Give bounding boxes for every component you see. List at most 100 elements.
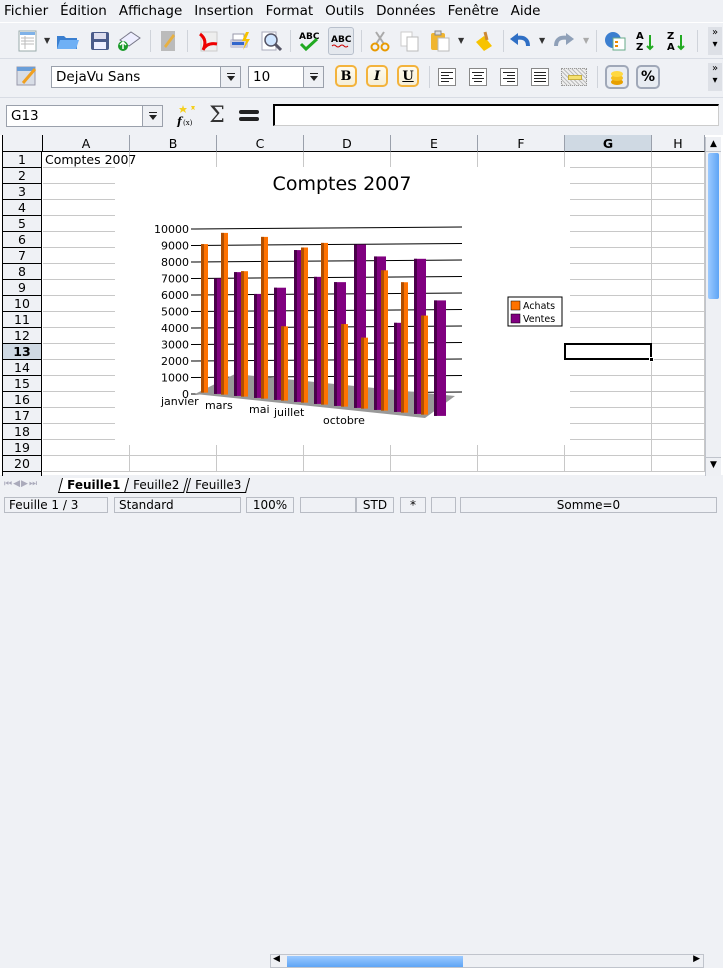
function-wizard-icon[interactable]: f (x) (175, 103, 199, 127)
select-all-corner[interactable] (2, 135, 43, 152)
font-size-dropdown-button[interactable] (303, 67, 323, 87)
column-header-a[interactable]: A (43, 135, 130, 152)
menu-insertion[interactable]: Insertion (188, 0, 259, 22)
percent-format-button[interactable]: % (636, 65, 660, 89)
vertical-scrollbar[interactable]: ▲ ▼ (705, 137, 721, 482)
status-page-style[interactable]: Standard (114, 497, 241, 513)
save-icon[interactable] (88, 29, 112, 53)
row-header-13[interactable]: 13 (2, 344, 42, 360)
row-header-1[interactable]: 1 (2, 152, 42, 168)
row-header-18[interactable]: 18 (2, 424, 42, 440)
row-header-20[interactable]: 20 (2, 456, 42, 472)
merge-cells-button[interactable] (561, 68, 587, 86)
styles-icon[interactable] (15, 64, 39, 88)
prev-sheet-button[interactable]: ◀ (13, 479, 21, 489)
font-name-select[interactable]: DejaVu Sans (51, 66, 241, 88)
menu-fenetre[interactable]: Fenêtre (442, 0, 505, 22)
scroll-right-button[interactable]: ▶ (693, 954, 700, 964)
paste-dropdown-arrow[interactable]: ▼ (458, 36, 464, 45)
new-dropdown-arrow[interactable]: ▼ (44, 36, 50, 45)
font-size-select[interactable]: 10 (248, 66, 324, 88)
selected-cell-g13[interactable] (564, 343, 654, 362)
align-justify-button[interactable] (531, 68, 549, 86)
italic-button[interactable]: I (366, 65, 388, 87)
format-paintbrush-icon[interactable] (472, 29, 496, 53)
edit-file-icon[interactable] (157, 29, 181, 53)
new-document-icon[interactable] (16, 29, 40, 53)
underline-button[interactable]: U (397, 65, 419, 87)
row-header-5[interactable]: 5 (2, 216, 42, 232)
sheet-tab-feuille2[interactable]: Feuille2 (123, 478, 189, 493)
column-header-c[interactable]: C (217, 135, 304, 152)
row-header-9[interactable]: 9 (2, 280, 42, 296)
column-header-b[interactable]: B (130, 135, 217, 152)
row-header-6[interactable]: 6 (2, 232, 42, 248)
open-folder-icon[interactable] (56, 29, 80, 53)
row-header-16[interactable]: 16 (2, 392, 42, 408)
column-header-g[interactable]: G (565, 135, 652, 152)
name-box-dropdown-button[interactable] (142, 106, 162, 126)
last-sheet-button[interactable]: ⏭ (29, 479, 38, 489)
menu-donnees[interactable]: Données (370, 0, 441, 22)
undo-dropdown-arrow[interactable]: ▼ (539, 36, 545, 45)
email-icon[interactable] (117, 29, 141, 53)
sum-icon[interactable]: Σ (205, 103, 229, 128)
menu-fichier[interactable]: Fichier (0, 0, 54, 22)
align-right-button[interactable] (500, 68, 518, 86)
status-digital-signature[interactable] (431, 497, 456, 513)
row-header-10[interactable]: 10 (2, 296, 42, 312)
toolbar-overflow-button[interactable]: » ▾ (708, 27, 722, 55)
sheet-tab-feuille3[interactable]: Feuille3 (185, 478, 251, 493)
status-zoom[interactable]: 100% (246, 497, 294, 513)
menu-edition[interactable]: Édition (54, 0, 113, 22)
menu-affichage[interactable]: Affichage (113, 0, 188, 22)
formula-input[interactable] (273, 104, 719, 126)
scroll-up-button[interactable]: ▲ (706, 137, 721, 152)
align-center-button[interactable] (469, 68, 487, 86)
undo-icon[interactable] (508, 29, 532, 53)
sheet-tab-feuille1[interactable]: Feuille1 (57, 478, 130, 493)
column-header-e[interactable]: E (391, 135, 478, 152)
fill-handle[interactable] (649, 357, 654, 362)
horizontal-scrollbar[interactable]: ◀ ▶ (270, 954, 704, 968)
vertical-scroll-thumb[interactable] (708, 153, 719, 299)
row-header-19[interactable]: 19 (2, 440, 42, 456)
column-header-h[interactable]: H (652, 135, 705, 152)
redo-dropdown-arrow[interactable]: ▼ (583, 36, 589, 45)
currency-format-button[interactable] (605, 65, 629, 89)
row-header-7[interactable]: 7 (2, 248, 42, 264)
column-header-f[interactable]: F (478, 135, 565, 152)
font-name-dropdown-button[interactable] (220, 67, 240, 87)
cut-icon[interactable] (368, 29, 392, 53)
chart-object[interactable]: Comptes 2007 0 1000 2000 3000 4000 5000 6000 700… (115, 167, 570, 445)
export-pdf-icon[interactable] (196, 29, 220, 53)
scroll-left-button[interactable]: ◀ (273, 954, 280, 964)
row-header-12[interactable]: 12 (2, 328, 42, 344)
sort-ascending-icon[interactable]: AZ (633, 29, 657, 53)
row-header-17[interactable]: 17 (2, 408, 42, 424)
autospellcheck-icon[interactable]: ABC (328, 27, 354, 55)
spellcheck-icon[interactable]: ABC (297, 29, 321, 53)
function-equals-icon[interactable] (237, 103, 261, 127)
column-header-d[interactable]: D (304, 135, 391, 152)
tab-navigation-buttons[interactable]: ⏮◀▶⏭ (4, 479, 38, 489)
first-sheet-button[interactable]: ⏮ (4, 479, 13, 489)
page-preview-icon[interactable] (259, 29, 283, 53)
menu-format[interactable]: Format (260, 0, 320, 22)
name-box[interactable]: G13 (6, 105, 163, 127)
sort-descending-icon[interactable]: ZA (664, 29, 688, 53)
redo-icon[interactable] (552, 29, 576, 53)
row-header-14[interactable]: 14 (2, 360, 42, 376)
row-header-11[interactable]: 11 (2, 312, 42, 328)
formatting-overflow-button[interactable]: » ▾ (708, 63, 722, 91)
paste-icon[interactable] (428, 29, 452, 53)
horizontal-scroll-thumb[interactable] (287, 956, 463, 967)
print-icon[interactable] (228, 29, 252, 53)
navigator-icon[interactable] (603, 29, 627, 53)
row-header-2[interactable]: 2 (2, 168, 42, 184)
copy-icon[interactable] (398, 29, 422, 53)
align-left-button[interactable] (438, 68, 456, 86)
row-header-4[interactable]: 4 (2, 200, 42, 216)
cell-a1[interactable]: Comptes 2007 (45, 152, 136, 168)
menu-outils[interactable]: Outils (319, 0, 370, 22)
